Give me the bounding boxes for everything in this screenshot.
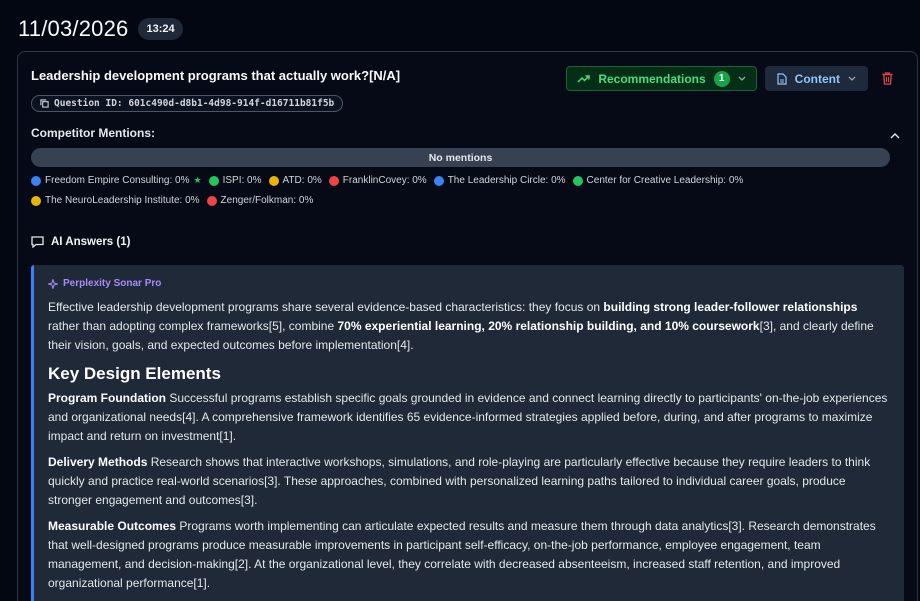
competitor-dot (328, 175, 339, 186)
ai-answers-label: AI Answers (1) (51, 236, 131, 248)
date-label: 11/03/2026 (18, 16, 129, 41)
competitor-item: ATD: 0% (268, 174, 322, 187)
competitor-item: Freedom Empire Consulting: 0% ★ (31, 174, 202, 187)
answer-section: Measurable Outcomes Programs worth imple… (48, 517, 890, 593)
section-title: Program Foundation (48, 391, 166, 405)
answer-bold: 70% experiential learning, 20% relations… (337, 319, 760, 333)
competitor-name: Zenger/Folkman: 0% (220, 195, 314, 206)
content-button[interactable]: Content (764, 66, 868, 91)
competitor-name: The NeuroLeadership Institute: 0% (45, 195, 200, 206)
competitor-dot (268, 175, 279, 186)
model-label: Perplexity Sonar Pro (48, 278, 890, 289)
sparkle-icon (48, 278, 58, 289)
section-title: Delivery Methods (48, 455, 148, 469)
time-badge: 13:24 (138, 18, 183, 40)
chevron-down-icon (738, 76, 746, 81)
competitor-item: Zenger/Folkman: 0% (206, 194, 314, 207)
competitor-item: FranklinCovey: 0% (328, 174, 427, 187)
competitor-dot (208, 175, 219, 186)
competitor-item: ISPI: 0% (208, 174, 262, 187)
chevron-up-icon[interactable] (889, 130, 901, 142)
content-label: Content (794, 71, 840, 86)
recommendations-count-badge: 1 (713, 70, 730, 87)
section-text: Successful programs establish specific g… (48, 391, 888, 443)
competitor-item: Center for Creative Leadership: 0% (572, 174, 744, 187)
competitor-dot (433, 175, 444, 186)
ai-answers-header[interactable]: AI Answers (1) (31, 236, 130, 248)
copy-icon (40, 99, 49, 108)
competitor-name: The Leadership Circle: 0% (447, 175, 566, 186)
mentions-bar: No mentions (31, 148, 890, 167)
section-title: Measurable Outcomes (48, 519, 177, 533)
competitor-dot (206, 195, 217, 206)
delete-button[interactable] (876, 68, 898, 90)
recommendations-button[interactable]: Recommendations 1 (566, 66, 757, 91)
competitor-dot (31, 195, 41, 206)
trash-icon (882, 72, 892, 85)
answer-text: Effective leadership development program… (48, 300, 604, 314)
answer-section: Program Foundation Successful programs e… (48, 389, 890, 446)
answer-heading: Key Design Elements (48, 364, 221, 383)
question-id-badge[interactable]: Question ID: 601c490d-d8b1-4d98-914f-d16… (31, 95, 344, 112)
question-card: Leadership development programs that act… (17, 51, 918, 601)
document-icon (777, 72, 787, 85)
question-actions: Recommendations 1 Content (566, 66, 898, 91)
competitor-mentions-label: Competitor Mentions: (31, 126, 155, 140)
chat-bubble-icon (31, 236, 44, 248)
question-title: Leadership development programs that act… (31, 68, 401, 83)
model-name: Perplexity Sonar Pro (63, 278, 162, 289)
competitor-dot (572, 175, 583, 186)
star-icon: ★ (193, 175, 202, 185)
competitor-item: The Leadership Circle: 0% (433, 174, 566, 187)
ai-answer-panel: Perplexity Sonar Pro Effective leadershi… (31, 265, 904, 601)
competitor-name: Center for Creative Leadership: 0% (586, 175, 744, 186)
question-id-text: Question ID: 601c490d-d8b1-4d98-914f-d16… (54, 98, 335, 109)
section-text: Research shows that interactive workshop… (48, 455, 871, 507)
answer-bold: building strong leader-follower relation… (603, 300, 858, 314)
answer-section: Delivery Methods Research shows that int… (48, 453, 890, 510)
chevron-down-icon (848, 76, 856, 81)
date-header: 11/03/2026 13:24 (18, 16, 183, 42)
answer-intro: Effective leadership development program… (48, 298, 890, 355)
competitor-legend: Freedom Empire Consulting: 0% ★ ISPI: 0% … (31, 174, 891, 207)
trending-up-icon (577, 74, 591, 83)
competitor-name: FranklinCovey: 0% (342, 175, 427, 186)
competitor-name: ATD: 0% (282, 175, 322, 186)
answer-text: rather than adopting complex frameworks[… (48, 319, 338, 333)
competitor-item: The NeuroLeadership Institute: 0% (31, 194, 200, 207)
competitor-name: Freedom Empire Consulting: 0% (45, 175, 190, 186)
competitor-name: ISPI: 0% (222, 175, 262, 186)
recommendations-label: Recommendations (598, 71, 706, 86)
competitor-dot (31, 175, 41, 186)
